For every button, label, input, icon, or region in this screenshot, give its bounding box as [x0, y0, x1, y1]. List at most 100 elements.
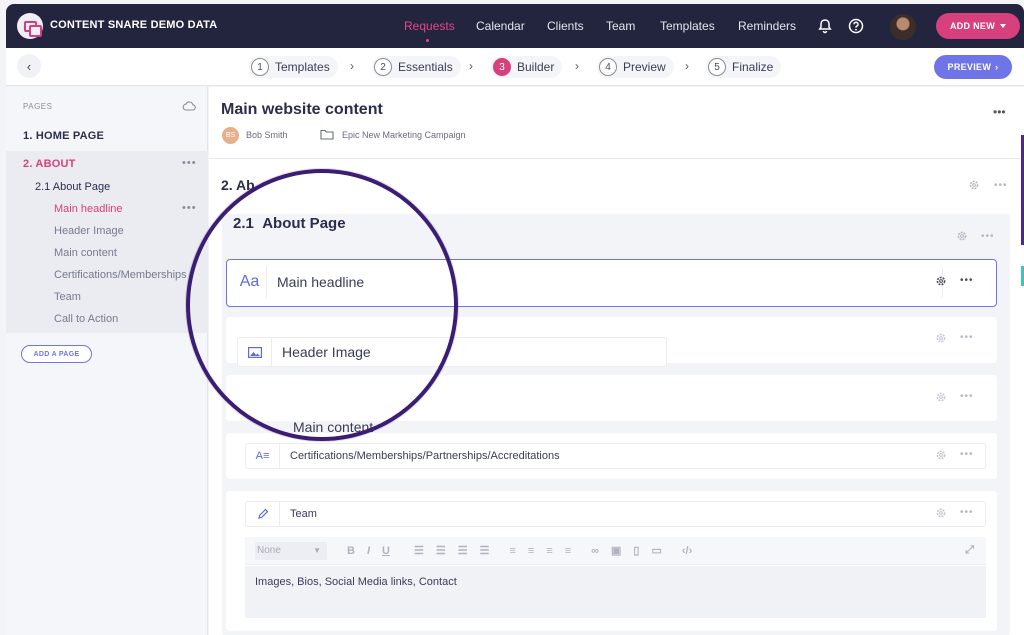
align-center-icon[interactable]: ≡ — [528, 545, 534, 557]
sidebar-page-about[interactable]: 2. ABOUT — [23, 158, 76, 170]
nav-reminders[interactable]: Reminders — [738, 19, 796, 33]
chevron-right-icon: › — [685, 59, 689, 73]
sidebar-field-call-to-action[interactable]: Call to Action — [54, 313, 118, 325]
field-settings-icon[interactable] — [935, 507, 947, 519]
step-label: Builder — [517, 60, 555, 74]
step-number: 5 — [708, 58, 726, 76]
field-more-icon[interactable]: ••• — [960, 391, 974, 402]
field-more-icon[interactable]: ••• — [960, 449, 974, 460]
nav-requests[interactable]: Requests — [404, 19, 455, 33]
align-left-icon[interactable]: ≡ — [509, 545, 515, 557]
step-preview[interactable]: 4 Preview — [597, 56, 674, 78]
cloud-sync-icon[interactable] — [182, 100, 196, 112]
sidebar-field-main-content[interactable]: Main content — [54, 247, 117, 259]
underline-button[interactable]: U — [382, 545, 390, 557]
insert-video-icon[interactable]: ▭ — [651, 544, 661, 557]
italic-button[interactable]: I — [367, 545, 370, 557]
preview-label: PREVIEW — [947, 62, 992, 72]
insert-image-icon[interactable]: ▣ — [611, 544, 621, 557]
step-essentials[interactable]: 2 Essentials — [372, 56, 461, 78]
sidebar-section-about-page[interactable]: 2.1 About Page — [35, 181, 110, 193]
folder-name[interactable]: Epic New Marketing Campaign — [342, 130, 466, 140]
nav-templates[interactable]: Templates — [660, 19, 715, 33]
help-icon[interactable] — [848, 18, 864, 34]
logo-icon — [23, 20, 42, 37]
add-page-button[interactable]: ADD A PAGE — [21, 345, 92, 363]
step-finalize[interactable]: 5 Finalize — [706, 56, 782, 78]
folder-icon — [320, 129, 334, 140]
bold-button[interactable]: B — [347, 545, 355, 557]
style-select-value: None — [257, 545, 281, 556]
request-more-icon[interactable]: ••• — [993, 105, 1006, 119]
field-settings-icon[interactable] — [935, 275, 947, 287]
caret-down-icon: ▼ — [313, 546, 321, 555]
outdent-icon[interactable]: ☰ — [480, 544, 490, 557]
step-builder[interactable]: 3 Builder — [491, 56, 563, 78]
field-more-icon[interactable]: ••• — [182, 202, 197, 214]
field-label: Team — [290, 508, 317, 520]
chevron-right-icon: › — [575, 59, 579, 73]
code-view-icon[interactable]: ‹/› — [682, 545, 692, 557]
team-editor-content[interactable]: Images, Bios, Social Media links, Contac… — [245, 566, 986, 618]
step-number: 3 — [493, 58, 511, 76]
style-select[interactable]: None ▼ — [255, 541, 327, 560]
step-templates[interactable]: 1 Templates — [249, 56, 338, 78]
chevron-left-icon: ‹ — [26, 58, 32, 74]
numbered-list-icon[interactable]: ☰ — [436, 544, 446, 557]
nav-calendar[interactable]: Calendar — [476, 19, 525, 33]
sidebar-field-team[interactable]: Team — [54, 291, 81, 303]
page-more-icon[interactable]: ••• — [182, 157, 197, 169]
owner-initials: BS — [225, 132, 236, 139]
step-number: 2 — [374, 58, 392, 76]
field-more-icon[interactable]: ••• — [960, 275, 974, 286]
account-name[interactable]: CONTENT SNARE DEMO DATA — [50, 19, 217, 31]
notification-bell-icon[interactable] — [817, 18, 833, 34]
active-nav-indicator — [426, 39, 429, 42]
step-number: 1 — [251, 58, 269, 76]
chevron-right-icon: › — [469, 59, 473, 73]
field-more-icon[interactable]: ••• — [960, 507, 974, 518]
field-settings-icon[interactable] — [935, 332, 947, 344]
field-more-icon[interactable]: ••• — [960, 332, 974, 343]
sidebar-page-home[interactable]: 1. HOME PAGE — [23, 130, 104, 142]
step-label: Finalize — [732, 60, 774, 74]
back-button[interactable]: ‹ — [17, 54, 41, 78]
field-team[interactable]: Team — [245, 501, 986, 527]
sidebar-field-header-image[interactable]: Header Image — [54, 225, 124, 237]
subsection-more-icon[interactable]: ••• — [981, 231, 995, 242]
field-settings-icon[interactable] — [935, 449, 947, 461]
user-avatar[interactable] — [890, 14, 916, 40]
page-title[interactable]: Main website content — [221, 101, 383, 119]
indent-icon[interactable]: ☰ — [458, 544, 468, 557]
align-justify-icon[interactable]: ≡ — [565, 545, 571, 557]
section-settings-icon[interactable] — [968, 179, 980, 191]
nav-team[interactable]: Team — [606, 19, 635, 33]
rich-text-toolbar: None ▼ B I U ☰ ☰ ☰ ☰ ≡ ≡ ≡ ≡ ∞ ▣ ▯ ▭ ‹/›… — [245, 537, 986, 565]
subsection-settings-icon[interactable] — [956, 230, 968, 242]
preview-button[interactable]: PREVIEW › — [934, 55, 1012, 79]
nav-clients[interactable]: Clients — [547, 19, 584, 33]
link-icon[interactable]: ∞ — [591, 545, 599, 557]
chevron-right-icon: › — [350, 59, 354, 73]
fullscreen-icon[interactable]: ⤢ — [965, 544, 974, 557]
field-certifications[interactable]: A≡ Certifications/Memberships/Partnershi… — [245, 443, 986, 469]
field-label: Certifications/Memberships/Partnerships/… — [290, 450, 560, 462]
step-number: 4 — [599, 58, 617, 76]
section-more-icon[interactable]: ••• — [994, 180, 1008, 191]
highlight-circle — [186, 169, 458, 441]
bullet-list-icon[interactable]: ☰ — [414, 544, 424, 557]
step-label: Essentials — [398, 60, 453, 74]
app-logo[interactable] — [17, 13, 43, 39]
sidebar-title: PAGES — [23, 102, 53, 111]
long-text-icon: A≡ — [246, 444, 280, 468]
sidebar-field-main-headline[interactable]: Main headline — [54, 203, 123, 215]
owner-avatar: BS — [222, 127, 239, 144]
sidebar-field-certifications[interactable]: Certifications/Memberships — [54, 269, 204, 281]
insert-file-icon[interactable]: ▯ — [633, 544, 639, 557]
owner-name[interactable]: Bob Smith — [246, 130, 288, 140]
step-label: Preview — [623, 60, 666, 74]
field-settings-icon[interactable] — [935, 391, 947, 403]
builder-steps-bar: ‹ 1 Templates › 2 Essentials › 3 Builder… — [6, 48, 1024, 86]
add-new-button[interactable]: ADD NEW — [936, 13, 1020, 39]
align-right-icon[interactable]: ≡ — [546, 545, 552, 557]
